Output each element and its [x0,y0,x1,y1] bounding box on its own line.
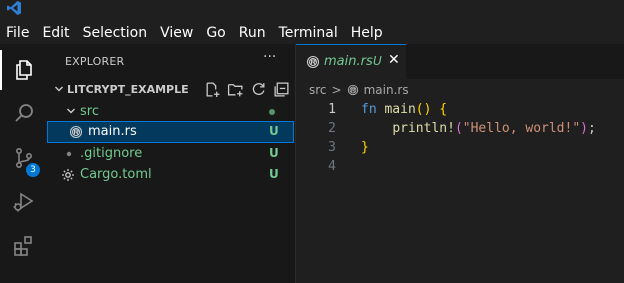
close-icon[interactable]: ✕ [388,52,400,68]
line-content: fn main() { [361,100,447,119]
git-status: U [269,124,279,138]
menu-go[interactable]: Go [206,25,225,41]
tab-main-rs[interactable]: main.rs U ✕ [296,44,406,79]
line-content: } [361,138,369,157]
new-file-icon[interactable] [204,81,221,98]
tab-label: main.rs [324,54,373,69]
breadcrumb: src > main.rs [309,83,409,97]
source-control-badge: 3 [26,163,40,177]
refresh-icon[interactable] [250,81,267,98]
code-line: 2 println!("Hello, world!"); [296,119,624,138]
tree-item-label: src [80,104,99,119]
explorer-sidebar: EXPLORER ··· LITCRYPT_EXAMPLE src main.r… [47,44,296,283]
collapse-all-icon[interactable] [273,81,290,98]
code-editor[interactable]: 1 fn main() { 2 println!("Hello, world!"… [296,100,624,176]
activity-explorer[interactable] [0,48,47,92]
tree-item-gitignore[interactable]: .gitignore U [47,143,294,165]
explorer-icon [16,60,32,80]
vscode-logo-icon [7,1,21,15]
breadcrumb-separator: > [331,83,342,97]
tree-item-main-rs[interactable]: main.rs U [47,121,294,143]
activity-extensions[interactable] [0,224,47,268]
rust-file-icon [69,125,83,139]
code-line: 3 } [296,138,624,157]
rust-file-icon [306,55,320,69]
code-paren: ( [454,121,463,136]
code-string: "Hello, world!" [462,121,581,136]
editor-area: main.rs U ✕ src > main.rs 1 fn main() { … [296,44,624,283]
menu-terminal[interactable]: Terminal [279,25,338,41]
git-file-icon [66,151,72,157]
menu-help[interactable]: Help [351,25,383,41]
tab-git-status: U [373,54,382,68]
extensions-icon [14,236,32,256]
project-root[interactable]: LITCRYPT_EXAMPLE [47,79,295,101]
explorer-actions [204,81,290,99]
chevron-down-icon [67,108,75,114]
code-line: 4 [296,157,624,176]
code-brace: } [361,140,369,155]
tab-bar: main.rs U ✕ [296,44,624,79]
line-number: 2 [328,121,336,136]
breadcrumb-folder[interactable]: src [309,83,327,97]
menu-run[interactable]: Run [239,25,266,41]
activity-bar: 3 [0,44,47,283]
title-bar [0,0,624,18]
search-icon [15,104,33,122]
tree-item-label: main.rs [88,124,137,139]
chevron-down-icon [55,86,63,92]
explorer-header: EXPLORER [65,55,125,68]
menu-edit[interactable]: Edit [42,25,69,41]
gear-icon [62,169,74,181]
rust-file-icon [347,84,358,96]
code-macro: println! [392,121,455,136]
code-paren: ) [580,121,588,136]
code-keyword: fn [361,102,377,117]
menu-file[interactable]: File [6,25,29,41]
menu-bar: File Edit Selection View Go Run Terminal… [0,22,624,44]
menu-view[interactable]: View [160,25,193,41]
more-actions-icon[interactable]: ··· [263,49,276,65]
line-number: 1 [328,102,336,117]
git-status: U [269,146,279,160]
activity-run-debug[interactable] [0,180,47,224]
git-status: U [269,167,279,181]
code-function: main [384,102,416,117]
breadcrumb-file[interactable]: main.rs [364,83,409,97]
line-content: println!("Hello, world!"); [361,119,596,138]
code-line: 1 fn main() { [296,100,624,119]
modified-dot [269,109,275,115]
project-name: LITCRYPT_EXAMPLE [67,83,189,96]
line-number: 3 [328,140,336,155]
activity-search[interactable] [0,92,47,136]
tree-item-label: Cargo.toml [80,167,152,182]
tree-item-label: .gitignore [80,146,143,161]
code-semicolon: ; [588,121,596,136]
run-debug-icon [13,192,34,212]
tree-item-src[interactable]: src [47,101,294,123]
new-folder-icon[interactable] [227,81,244,98]
code-brace: { [439,102,448,117]
code-paren: () [415,102,432,117]
tree-item-cargo-toml[interactable]: Cargo.toml U [47,164,294,186]
menu-selection[interactable]: Selection [83,25,148,41]
line-number: 4 [328,159,336,174]
activity-source-control[interactable]: 3 [0,136,47,180]
